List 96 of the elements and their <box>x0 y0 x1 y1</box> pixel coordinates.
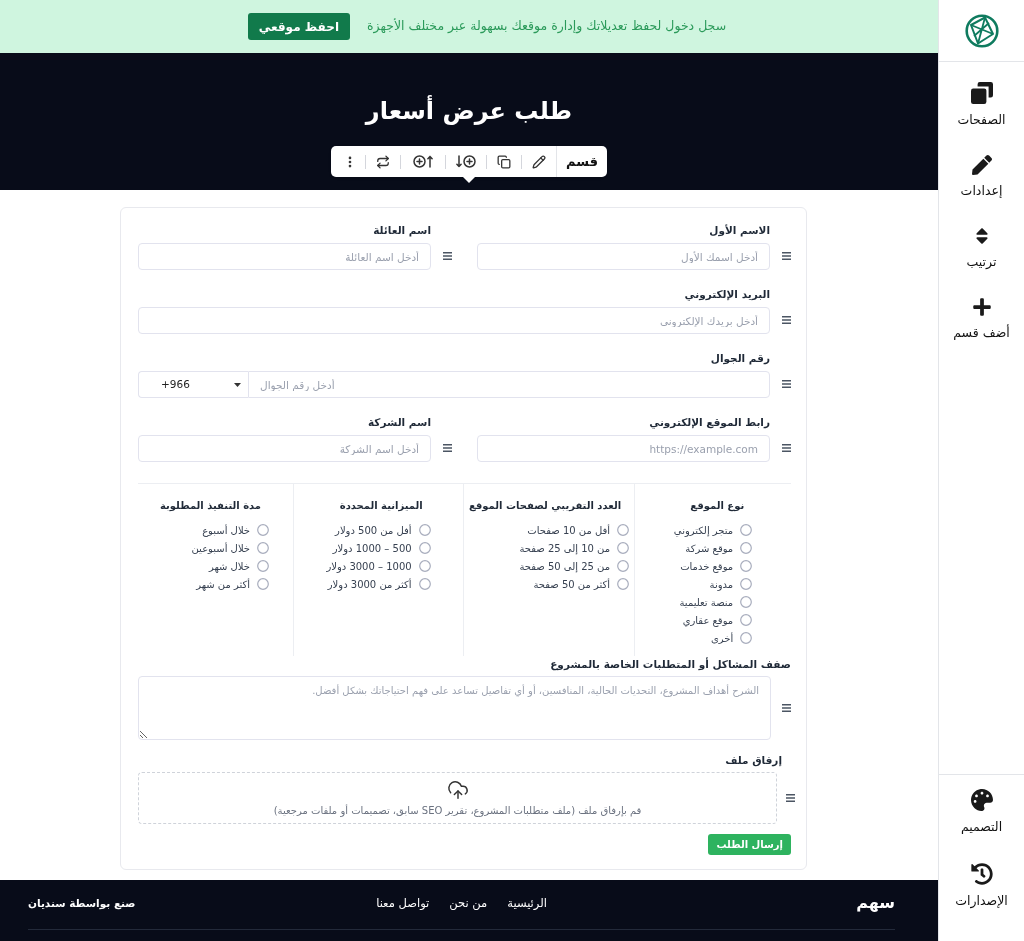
palette-icon <box>970 789 993 811</box>
radio-button[interactable] <box>418 524 431 536</box>
radio-button[interactable] <box>257 578 270 590</box>
group-heading: مدة التنفيذ المطلوبة <box>160 499 263 512</box>
sidebar-item[interactable]: أضف قسم <box>953 297 1010 341</box>
footer-link[interactable]: تواصل معنا <box>376 894 430 912</box>
dropzone-hint: قم بإرفاق ملف (ملف متطلبات المشروع، تقرير SEO سابق، تصميمات أو ملفات مرجعية) <box>273 804 642 817</box>
group-heading: الميزانية المحددة <box>339 499 424 512</box>
drag-handle-icon[interactable] <box>782 316 791 324</box>
copy-icon[interactable] <box>497 154 512 169</box>
plus-arrow-up-icon[interactable] <box>413 155 434 168</box>
text-input[interactable]: أدخل اسم الشركة <box>138 435 431 462</box>
radio-button[interactable] <box>617 524 630 536</box>
radio-label: منصة تعليمية <box>679 595 734 609</box>
radio-button[interactable] <box>257 524 270 536</box>
sidebar-item[interactable]: التصميم <box>960 789 1003 835</box>
radio-label: من 25 إلى 50 صفحة <box>519 559 611 573</box>
country-code-select[interactable]: +966 <box>138 371 248 398</box>
radio-button[interactable] <box>740 596 753 608</box>
logo-icon[interactable] <box>964 13 999 48</box>
drag-handle-icon[interactable] <box>782 444 791 452</box>
footer-link[interactable]: من نحن <box>449 894 488 912</box>
radio-label: 500 – 1000 دولار <box>332 541 412 555</box>
drag-handle-icon[interactable] <box>782 252 791 260</box>
radio-label: خلال أسبوعين <box>191 541 251 555</box>
description-textarea[interactable]: الشرح أهداف المشروع، التحديات الحالية، المنافسين، أو أي تفاصيل تساعد على فهم احتياجاتك بشكل أفضل. <box>138 676 771 740</box>
field-label: اسم الشركة <box>366 416 431 429</box>
field-label: اسم العائلة <box>372 224 431 237</box>
drag-handle-icon[interactable] <box>443 444 452 452</box>
repeat-icon[interactable] <box>376 154 391 169</box>
field-label: إرفاق ملف <box>724 754 782 767</box>
drag-handle-icon[interactable] <box>782 380 791 388</box>
radio-label: من 10 إلى 25 صفحة <box>519 541 611 555</box>
text-input[interactable]: أدخل بريدك الإلكتروني <box>138 307 770 334</box>
radio-label: أفل من 500 دولار <box>335 523 412 537</box>
radio-label: أكثر من 3000 دولار <box>327 577 412 591</box>
field-label: الاسم الأول <box>708 224 770 237</box>
radio-label: أكثر من شهر <box>196 577 251 591</box>
pencil-icon[interactable] <box>532 154 547 169</box>
radio-button[interactable] <box>740 542 753 554</box>
radio-label: أخرى <box>710 631 734 645</box>
sidebar-item[interactable]: الصفحات <box>957 82 1006 128</box>
history-icon <box>970 863 993 885</box>
radio-button[interactable] <box>740 524 753 536</box>
radio-button[interactable] <box>740 632 753 644</box>
field-label: صفف المشاكل أو المتطلبات الخاصة بالمشروع <box>549 658 791 671</box>
radio-button[interactable] <box>418 560 431 572</box>
field-label: رابط الموقع الإلكتروني <box>648 416 770 429</box>
radio-label: 1000 – 3000 دولار <box>326 559 412 573</box>
radio-label: خلال أسبوع <box>202 523 251 537</box>
radio-label: متجر إلكتروني <box>673 523 734 537</box>
drag-handle-icon[interactable] <box>782 704 791 712</box>
footer-credit: صنع بواسطة سنديان <box>28 896 136 912</box>
caret-icon <box>234 382 241 387</box>
footer-link[interactable]: الرئيسية <box>507 894 547 912</box>
sidebar-item[interactable]: ترتيب <box>966 226 997 270</box>
group-heading: نوع الموقع <box>690 499 746 512</box>
file-dropzone[interactable]: قم بإرفاق ملف (ملف متطلبات المشروع، تقرير SEO سابق، تصميمات أو ملفات مرجعية) <box>138 772 777 824</box>
field-label: رقم الجوال <box>709 352 770 365</box>
plus-icon <box>971 297 992 317</box>
page-title: طلب عرض أسعار <box>365 94 573 127</box>
radio-label: أفل من 10 صفحات <box>527 523 611 537</box>
text-input[interactable]: أدخل اسم العائلة <box>138 243 431 270</box>
phone-input[interactable]: أدخل رقم الجوال <box>248 371 770 398</box>
text-input[interactable]: أدخل اسمك الأول <box>477 243 770 270</box>
radio-button[interactable] <box>617 578 630 590</box>
section-label: قسم <box>565 152 598 171</box>
radio-button[interactable] <box>740 614 753 626</box>
pencil-icon <box>971 155 992 175</box>
radio-label: موقع عقاري <box>682 613 734 627</box>
upload-cloud-icon <box>446 779 469 801</box>
save-site-button[interactable]: احفظ موقعي <box>247 13 350 40</box>
text-input[interactable]: https://example.com <box>477 435 770 462</box>
radio-button[interactable] <box>740 560 753 572</box>
radio-button[interactable] <box>418 542 431 554</box>
radio-button[interactable] <box>257 542 270 554</box>
pages-icon <box>970 82 993 104</box>
radio-button[interactable] <box>740 578 753 590</box>
banner-message: سجل دخول لحفظ تعديلاتك وإدارة موقعك بسهولة عبر مختلف الأجهزة <box>367 17 727 36</box>
drag-handle-icon[interactable] <box>786 794 795 802</box>
radio-button[interactable] <box>257 560 270 572</box>
radio-button[interactable] <box>418 578 431 590</box>
radio-label: خلال شهر <box>208 559 251 573</box>
drag-handle-icon[interactable] <box>443 252 452 260</box>
field-label: البريد الإلكتروني <box>683 288 770 301</box>
sidebar-item[interactable]: الإصدارات <box>955 863 1008 909</box>
radio-button[interactable] <box>617 560 630 572</box>
footer-brand: سهم <box>856 894 895 912</box>
radio-label: مدونة <box>709 577 734 591</box>
radio-button[interactable] <box>617 542 630 554</box>
group-heading: العدد التقريبي لصفحات الموقع <box>468 499 623 512</box>
radio-label: موقع خدمات <box>680 559 734 573</box>
sidebar-item[interactable]: إعدادات <box>960 155 1003 199</box>
radio-label: أكثر من 50 صفحة <box>533 577 611 591</box>
radio-label: موقع شركة <box>685 541 734 555</box>
arrow-down-plus-icon[interactable] <box>456 155 477 168</box>
